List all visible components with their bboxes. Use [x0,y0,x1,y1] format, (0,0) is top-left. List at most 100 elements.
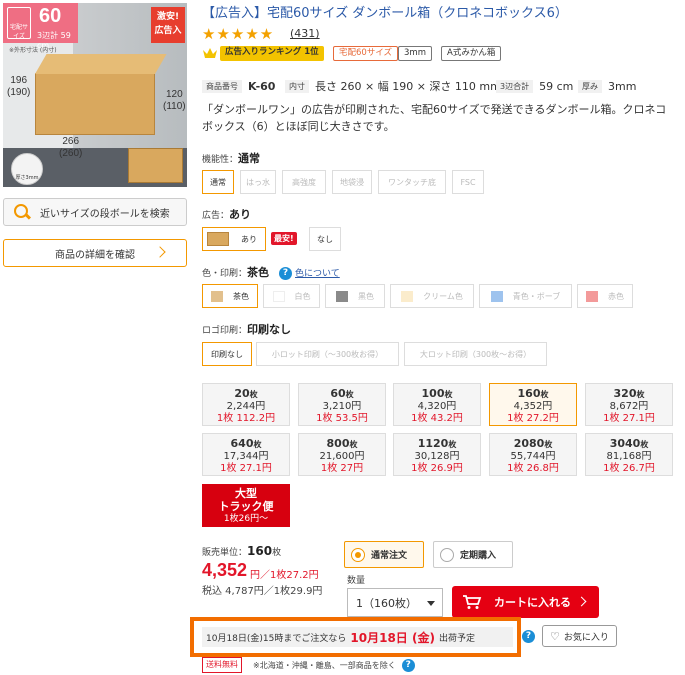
spec-sum-value: 59 cm [539,79,574,93]
function-option-ground[interactable]: 地袋浸 [332,170,372,194]
dimension-height: 196 (190) [7,75,31,98]
color-option-brown-label: 茶色 [233,291,249,301]
radio-selected-icon [351,547,365,562]
color-option-blue[interactable]: 青色・ボーブ [479,284,572,308]
ad-option-no[interactable]: なし [309,227,341,251]
quantity-count: 640枚 [230,437,262,450]
quantity-label: 数量 [347,576,366,586]
review-count-link[interactable]: (431) [290,27,320,40]
quantity-option[interactable]: 60枚 3,210円 1枚 53.5円 [298,383,386,426]
spec-code: 商品番号 K-60 [202,78,275,94]
size-tag[interactable]: 宅配60サイズ [333,46,399,61]
subscription-radio[interactable]: 定期購入 [433,541,513,568]
quantity-price: 4,320円 [417,401,457,412]
open-box-illustration [128,148,183,183]
quantity-unit-price: 1枚 26.7円 [603,463,655,474]
heart-icon: ♡ [550,629,560,643]
quantity-option[interactable]: 100枚 4,320円 1枚 43.2円 [393,383,481,426]
product-description: 「ダンボールワン」の広告が印刷された、宅配60サイズで発送できるダンボール箱。ク… [202,103,667,133]
quantity-count: 1120枚 [417,437,457,450]
quantity-option[interactable]: 20枚 2,244円 1枚 112.2円 [202,383,290,426]
help-icon[interactable]: ? [522,630,535,643]
similar-size-search-button[interactable]: 近いサイズの段ボールを検索 [3,198,187,226]
product-image[interactable]: 宅配サイズ 60 3辺計 59 cm ※外形寸法 (内寸) 激安! 広告入 196… [3,3,187,187]
quantity-price: 8,672円 [609,401,649,412]
quantity-option[interactable]: 1120枚 30,128円 1枚 26.9円 [393,433,481,476]
spec-sum-label: 3辺合計 [496,79,534,93]
box-type-tag[interactable]: A式みかん箱 [441,46,502,61]
quantity-count: 320枚 [613,387,645,400]
spec-code-value: K-60 [248,79,276,93]
shipping-estimate-text: 10月18日(金)15時までご注文なら 10月18日 (金) 出荷予定 [202,627,513,647]
color-option-cream[interactable]: クリーム色 [390,284,474,308]
dimension-side: 120 (110) [163,89,186,112]
color-option-red[interactable]: 赤色 [577,284,633,308]
color-info-link[interactable]: 色について [295,269,340,279]
quantity-option[interactable]: 2080枚 55,744円 1枚 26.8円 [489,433,577,476]
sales-unit-suffix: 枚 [272,548,282,558]
color-option-black-label: 黒色 [358,291,374,301]
quantity-option[interactable]: 800枚 21,600円 1枚 27円 [298,433,386,476]
size-badge: 宅配サイズ 60 3辺計 59 cm [3,3,78,50]
quantity-option[interactable]: 640枚 17,344円 1枚 27.1円 [202,433,290,476]
color-option-brown[interactable]: 茶色 [202,284,258,308]
quantity-price: 30,128円 [414,451,460,462]
box-thumb-icon [207,232,229,246]
ad-value: あり [229,208,252,221]
product-details-button[interactable]: 商品の詳細を確認 [3,239,187,267]
similar-size-search-label: 近いサイズの段ボールを検索 [40,208,170,220]
truck-line3: 1枚26円～ [223,514,269,524]
spec-inner-value: 長さ 260 × 幅 190 × 深さ 110 mm [315,80,501,93]
crown-icon [203,48,217,58]
truck-line1: 大型 [235,487,257,500]
quantity-count: 2080枚 [513,437,553,450]
quantity-count: 160枚 [517,387,549,400]
swatch-red [586,290,598,302]
color-option-white[interactable]: 白色 [263,284,320,308]
price-main: 4,352 [202,560,248,580]
function-option-onetouch[interactable]: ワンタッチ底 [378,170,446,194]
ranking-tag[interactable]: 広告入りランキング 1位 [220,46,324,61]
help-icon[interactable]: ? [401,659,415,672]
ship-pre: 10月18日(金)15時までご注文なら [206,633,347,644]
spec-code-label: 商品番号 [202,79,242,93]
normal-order-radio[interactable]: 通常注文 [344,541,424,568]
favorite-button[interactable]: ♡ お気に入り [542,625,617,647]
quantity-unit-price: 1枚 26.8円 [507,463,559,474]
cheapest-badge: 最安! [271,232,297,245]
quantity-option[interactable]: 3040枚 81,168円 1枚 26.7円 [585,433,673,476]
help-icon[interactable]: ? [279,267,293,280]
function-option-strong[interactable]: 高強度 [282,170,326,194]
box-illustration [35,73,155,135]
favorite-label: お気に入り [563,632,609,643]
color-option-label: 色・印刷：茶色? 色について [202,264,340,280]
logo-option-small-lot[interactable]: 小ロット印刷（～300枚お得） [256,342,399,366]
quantity-price: 3,210円 [322,401,362,412]
color-option-cream-label: クリーム色 [423,291,463,301]
function-label: 機能性： [202,155,239,165]
spec-thick-value: 3mm [608,79,637,93]
normal-order-label: 通常注文 [371,551,408,561]
ship-date: 10月18日 (金) [350,630,435,645]
box-size-icon: 宅配サイズ [7,7,31,40]
quantity-option[interactable]: 320枚 8,672円 1枚 27.1円 [585,383,673,426]
quantity-price: 55,744円 [510,451,556,462]
logo-label: ロゴ印刷： [202,326,248,336]
color-option-blue-label: 青色・ボーブ [512,291,561,301]
thickness-tag[interactable]: 3mm [398,46,432,61]
logo-value: 印刷なし [247,323,292,336]
quantity-select[interactable]: 1（160枚） [347,588,443,617]
logo-option-large-lot[interactable]: 大ロット印刷（300枚～お得） [404,342,547,366]
logo-option-none[interactable]: 印刷なし [202,342,252,366]
truck-delivery-button[interactable]: 大型 トラック便 1枚26円～ [202,484,290,527]
function-option-water[interactable]: はっ水 [240,170,276,194]
add-to-cart-button[interactable]: カートに入れる [452,586,599,618]
quantity-unit-price: 1枚 27.2円 [507,413,559,424]
quantity-count: 800枚 [326,437,358,450]
ad-option-yes[interactable]: あり [202,227,266,251]
function-option-fsc[interactable]: FSC [452,170,484,194]
function-option-normal[interactable]: 通常 [202,170,234,194]
ad-label: 広告： [202,211,230,221]
quantity-option[interactable]: 160枚 4,352円 1枚 27.2円 [489,383,577,426]
color-option-black[interactable]: 黒色 [325,284,385,308]
